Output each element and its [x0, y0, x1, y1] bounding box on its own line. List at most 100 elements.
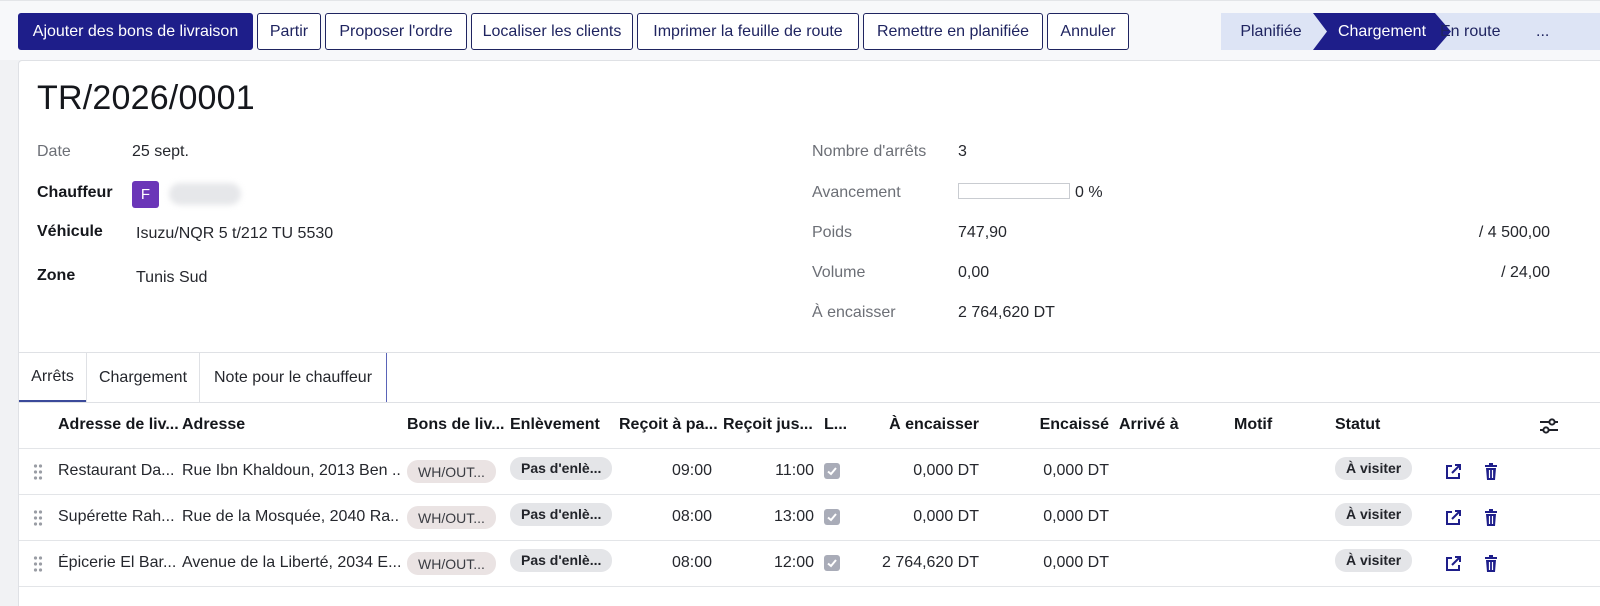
page-title: TR/2026/0001 — [37, 79, 255, 117]
column-header-arrived-at[interactable]: Arrivé à — [1119, 416, 1179, 434]
checkmark-icon — [827, 467, 837, 476]
vehicle-value[interactable]: Isuzu/NQR 5 t/212 TU 5530 — [136, 225, 333, 243]
cell-receives-from[interactable]: 08:00 — [639, 508, 712, 526]
checkmark-icon — [827, 559, 837, 568]
cell-collected[interactable]: 0,000 DT — [1009, 554, 1109, 572]
amount-to-collect-label: À encaisser — [812, 304, 896, 321]
volume-value: 0,00 — [958, 264, 990, 281]
cell-receives-until[interactable]: 12:00 — [739, 554, 814, 572]
column-header-pickup[interactable]: Enlèvement — [510, 416, 600, 434]
table-row[interactable]: Épicerie El Bar... Avenue de la Liberté, … — [19, 540, 1600, 586]
amount-to-collect-value: 2 764,620 DT — [958, 304, 1055, 321]
table-row[interactable]: Restaurant Da... Rue Ibn Khaldoun, 2013 B… — [19, 448, 1600, 494]
status-badge: À visiter — [1335, 549, 1413, 572]
driver-label: Chauffeur — [37, 184, 113, 201]
column-header-collected[interactable]: Encaissé — [1009, 416, 1109, 434]
column-header-delivery-address[interactable]: Adresse de liv... — [58, 416, 179, 434]
cell-receives-from[interactable]: 08:00 — [639, 554, 712, 572]
status-badge: À visiter — [1335, 503, 1413, 526]
table-row[interactable]: Supérette Rah... Rue de la Mosquée, 2040 … — [19, 494, 1600, 540]
tab-driver-note[interactable]: Note pour le chauffeur — [199, 353, 387, 402]
stage-en-route[interactable]: En route — [1440, 13, 1530, 50]
control-panel: Ajouter des bons de livraison Partir Pro… — [0, 0, 1600, 60]
form-sheet: TR/2026/0001 Date 25 sept. Chauffeur F V… — [18, 60, 1600, 606]
table-bottom-border — [19, 586, 1600, 587]
drag-handle-icon[interactable] — [33, 509, 43, 527]
external-link-icon[interactable] — [1443, 462, 1463, 482]
vehicle-label: Véhicule — [37, 223, 103, 240]
tabs-bottom-divider — [19, 402, 1600, 403]
external-link-icon[interactable] — [1443, 554, 1463, 574]
cell-address[interactable]: Rue de la Mosquée, 2040 Ra... — [182, 508, 400, 526]
delivery-note-tag[interactable]: WH/OUT... — [407, 460, 496, 483]
cell-to-collect[interactable]: 0,000 DT — [839, 462, 979, 480]
locate-clients-button[interactable]: Localiser les clients — [471, 13, 633, 50]
cell-collected[interactable]: 0,000 DT — [1009, 508, 1109, 526]
column-settings-icon[interactable] — [1539, 417, 1559, 435]
weight-label: Poids — [812, 224, 853, 241]
cell-address[interactable]: Rue Ibn Khaldoun, 2013 Ben ... — [182, 462, 400, 480]
cell-address[interactable]: Avenue de la Liberté, 2034 E... — [182, 554, 400, 572]
cell-receives-until[interactable]: 11:00 — [739, 462, 814, 480]
pickup-badge[interactable]: Pas d'enlè... — [510, 503, 613, 526]
progress-bar — [958, 183, 1070, 199]
volume-label: Volume — [812, 264, 866, 281]
weight-value: 747,90 — [958, 224, 1007, 241]
stage-more[interactable]: ... — [1536, 13, 1576, 50]
cell-delivery-address[interactable]: Restaurant Da... — [58, 462, 176, 480]
stage-planned[interactable]: Planifiée — [1221, 13, 1313, 50]
loaded-checkbox[interactable] — [824, 509, 840, 525]
cell-delivery-address[interactable]: Supérette Rah... — [58, 508, 176, 526]
column-header-status[interactable]: Statut — [1335, 416, 1380, 434]
delivery-note-tag[interactable]: WH/OUT... — [407, 552, 496, 575]
trash-icon[interactable] — [1481, 508, 1501, 528]
progress-value: 0 % — [1075, 184, 1103, 201]
zone-value[interactable]: Tunis Sud — [136, 269, 207, 287]
drag-handle-icon[interactable] — [33, 463, 43, 481]
reset-planned-button[interactable]: Remettre en planifiée — [863, 13, 1043, 50]
stops-count-label: Nombre d'arrêts — [812, 143, 927, 160]
pickup-badge[interactable]: Pas d'enlè... — [510, 549, 613, 572]
date-value[interactable]: 25 sept. — [132, 143, 189, 161]
column-header-receives-from[interactable]: Reçoit à pa... — [619, 416, 718, 434]
cell-to-collect[interactable]: 0,000 DT — [839, 508, 979, 526]
loaded-checkbox[interactable] — [824, 463, 840, 479]
leave-button[interactable]: Partir — [257, 13, 321, 50]
external-link-icon[interactable] — [1443, 508, 1463, 528]
status-badge: À visiter — [1335, 457, 1413, 480]
stage-loading[interactable]: Chargement — [1313, 13, 1451, 50]
tab-loading[interactable]: Chargement — [86, 353, 199, 402]
date-label: Date — [37, 143, 71, 160]
pickup-badge[interactable]: Pas d'enlè... — [510, 457, 613, 480]
tab-stops[interactable]: Arrêts — [19, 353, 86, 402]
drag-handle-icon[interactable] — [33, 555, 43, 573]
cell-receives-until[interactable]: 13:00 — [739, 508, 814, 526]
cell-delivery-address[interactable]: Épicerie El Bar... — [58, 554, 176, 572]
zone-label: Zone — [37, 267, 76, 284]
trash-icon[interactable] — [1481, 462, 1501, 482]
column-header-l[interactable]: L... — [824, 416, 847, 434]
volume-max: / 24,00 — [1501, 264, 1550, 281]
progress-label: Avancement — [812, 184, 901, 201]
weight-max: / 4 500,00 — [1478, 224, 1550, 241]
column-header-delivery-notes[interactable]: Bons de liv... — [407, 416, 505, 434]
delivery-note-tag[interactable]: WH/OUT... — [407, 506, 496, 529]
stops-count-value: 3 — [958, 143, 967, 160]
column-header-to-collect[interactable]: À encaisser — [869, 416, 979, 434]
driver-avatar: F — [132, 181, 159, 208]
trash-icon[interactable] — [1481, 554, 1501, 574]
column-header-address[interactable]: Adresse — [182, 416, 245, 434]
driver-name-redacted[interactable] — [169, 183, 241, 205]
cell-receives-from[interactable]: 09:00 — [639, 462, 712, 480]
add-delivery-notes-button[interactable]: Ajouter des bons de livraison — [18, 13, 253, 50]
status-stage-bar: Planifiée Chargement En route ... — [1221, 13, 1600, 50]
column-header-reason[interactable]: Motif — [1234, 416, 1272, 434]
cell-collected[interactable]: 0,000 DT — [1009, 462, 1109, 480]
cell-to-collect[interactable]: 2 764,620 DT — [839, 554, 979, 572]
propose-order-button[interactable]: Proposer l'ordre — [325, 13, 467, 50]
cancel-button[interactable]: Annuler — [1047, 13, 1129, 50]
checkmark-icon — [827, 513, 837, 522]
print-route-sheet-button[interactable]: Imprimer la feuille de route — [637, 13, 859, 50]
column-header-receives-until[interactable]: Reçoit jus... — [723, 416, 813, 434]
loaded-checkbox[interactable] — [824, 555, 840, 571]
